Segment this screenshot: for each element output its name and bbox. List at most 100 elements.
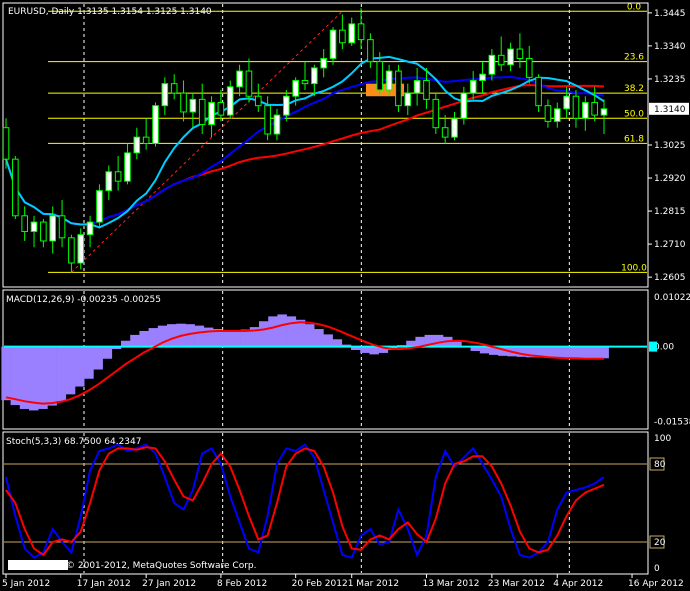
macd-histogram-bar (268, 316, 278, 347)
fib-level-label: 50.0 (624, 109, 644, 119)
candle-body (245, 70, 253, 97)
macd-histogram-bar (599, 346, 609, 359)
macd-histogram-bar (433, 334, 444, 347)
candle-body (180, 92, 187, 113)
time-tick-label: 8 Feb 2012 (217, 579, 267, 589)
macd-histogram-bar (130, 334, 140, 347)
candle-body (525, 57, 533, 78)
candle-body (311, 67, 318, 85)
candle-body (49, 215, 57, 242)
candle (12, 156, 19, 219)
candle-body (591, 102, 598, 116)
candle-body (86, 221, 94, 236)
macd-histogram-bar (332, 339, 343, 347)
candle-body (208, 102, 215, 126)
macd-tick-label: 0.01022 (654, 293, 690, 303)
candle-body (488, 54, 496, 75)
candle-body (479, 73, 486, 82)
stochastic-tick-label: 100 (654, 434, 671, 444)
time-tick-label: 5 Jan 2012 (2, 579, 50, 589)
price-tick-label: 1.3340 (654, 42, 686, 52)
fib-level-label: 0.0 (627, 2, 642, 12)
candle-body (283, 95, 290, 116)
macd-histogram-bar (295, 319, 306, 347)
macd-histogram-bar (305, 324, 315, 347)
candle-body (404, 92, 412, 107)
candle-body (460, 92, 468, 119)
macd-histogram-bar (259, 321, 269, 347)
macd-histogram-bar (93, 346, 103, 370)
candle-body (142, 136, 150, 144)
price-tick-label: 1.3025 (654, 141, 686, 151)
candle-body (367, 39, 374, 63)
macd-histogram-bar (222, 330, 232, 347)
macd-histogram-bar (581, 346, 591, 359)
fib-level-label: 61.8 (624, 134, 644, 144)
candle-body (348, 23, 356, 44)
candle-body (68, 237, 75, 264)
price-tick-label: 1.2920 (654, 174, 686, 184)
macd-histogram-bar (65, 346, 76, 395)
candle-body (236, 70, 243, 88)
candle-body (572, 95, 580, 119)
macd-histogram-bar (56, 346, 67, 402)
candle-body (264, 105, 271, 135)
candle-body (320, 57, 327, 69)
candle-body (544, 105, 552, 122)
time-tick-label: 13 Mar 2012 (422, 579, 479, 589)
time-tick-label: 20 Feb 2012 (292, 579, 348, 589)
macd-histogram-bar (139, 330, 149, 347)
candle (395, 64, 402, 112)
candle (96, 184, 103, 229)
macd-histogram-bar (479, 346, 490, 354)
symbol-info-label: EURUSD, Daily 1.3135 1.3154 1.3125 1.314… (8, 7, 212, 17)
macd-histogram-bar (240, 329, 251, 347)
candle-body (469, 80, 477, 94)
copyright-text: © 2001-2012, MetaQuotes Software Corp. (66, 561, 257, 571)
candle-body (329, 29, 337, 59)
candle-body (161, 83, 169, 107)
candle-body (21, 215, 28, 233)
macd-histogram-bar (167, 324, 177, 347)
macd-histogram-bar (29, 346, 39, 411)
candle-body (376, 61, 384, 91)
macd-histogram-bar (277, 314, 287, 347)
copyright-box (8, 560, 68, 570)
candle-body (96, 190, 103, 223)
candle-body (189, 98, 197, 113)
time-tick-label: 1 Mar 2012 (348, 579, 399, 589)
macd-tick-label: 0.00 (654, 343, 674, 353)
macd-histogram-bar (231, 330, 241, 347)
macd-histogram-bar (38, 346, 48, 409)
stochastic-label: Stoch(5,3,3) 68.7500 64.2347 (6, 437, 141, 447)
macd-histogram-bar (194, 325, 205, 347)
macd-histogram-bar (590, 346, 600, 359)
macd-histogram-bar (75, 346, 85, 387)
candle-body (413, 80, 421, 94)
candle-body (105, 171, 113, 192)
time-tick-label: 17 Jan 2012 (77, 579, 131, 589)
candle-body (357, 23, 365, 41)
candle-body (339, 29, 346, 44)
price-axis: 1.3445 1.3340 1.3235 1.3025 1.2920 1.2815 1.27… (648, 9, 689, 283)
price-tick-label: 1.2815 (654, 207, 686, 217)
time-tick-label: 23 Mar 2012 (488, 579, 545, 589)
macd-histogram-bar (102, 346, 113, 359)
candle-body (114, 171, 122, 182)
price-tick-label: 1.2710 (654, 240, 686, 250)
stochastic-tick-label: 0 (654, 564, 660, 574)
macd-zero-tag (649, 341, 657, 352)
candle-body (395, 70, 402, 107)
macd-histogram-bar (1, 346, 11, 401)
macd-histogram-bar (562, 346, 573, 358)
macd-tick-label: -0.01538 (654, 418, 690, 428)
chart-window: 0.0 23.6 38.2 50.0 61.8 100.0 EURUSD, Daily 1… (0, 0, 690, 591)
candle-body (600, 108, 608, 116)
candle-body (553, 108, 561, 122)
candle-body (12, 158, 19, 217)
candle-body (254, 95, 262, 107)
macd-label: MACD(12,26,9) -0.00235 -0.00255 (6, 295, 161, 305)
stochastic-tick-label: 80 (654, 460, 666, 470)
candle-body (124, 152, 131, 182)
price-tick-label: 1.2605 (654, 273, 686, 283)
